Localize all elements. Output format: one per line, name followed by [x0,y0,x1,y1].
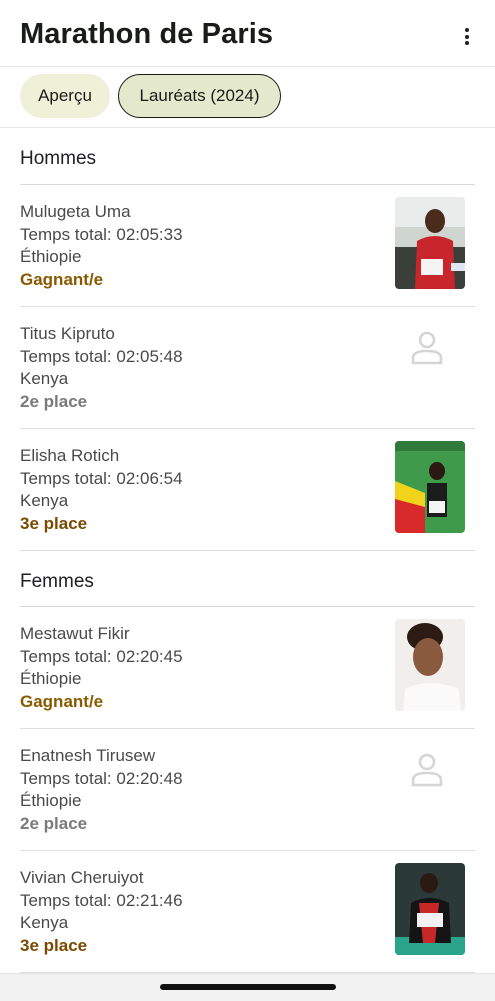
athlete-country: Kenya [20,369,69,388]
athlete-name: Mestawut Fikir [20,624,130,643]
runner-photo [395,197,465,289]
athlete-time: Temps total: 02:20:48 [20,769,183,788]
athlete-time: Temps total: 02:06:54 [20,469,183,488]
more-options-icon[interactable] [457,28,477,52]
athlete-country: Kenya [20,491,69,510]
athlete-place: Gagnant/e [20,692,104,711]
tab-apercu[interactable]: Aperçu [20,74,110,118]
athlete-name: Elisha Rotich [20,446,120,465]
athlete-place: 2e place [20,392,88,411]
athlete-country: Kenya [20,913,69,932]
list-item[interactable]: Enatnesh Tirusew Temps total: 02:20:48 É… [20,729,475,851]
athlete-place: 3e place [20,936,88,955]
list-item[interactable]: Titus Kipruto Temps total: 02:05:48 Keny… [20,307,475,429]
athlete-place: Gagnant/e [20,270,104,289]
athlete-place: 2e place [20,814,88,833]
home-indicator[interactable] [160,984,336,990]
athlete-name: Titus Kipruto [20,324,115,343]
list-item[interactable]: Vivian Cheruiyot Temps total: 02:21:46 K… [20,851,475,973]
person-placeholder-icon [409,749,445,789]
athlete-time: Temps total: 02:05:33 [20,225,183,244]
athlete-time: Temps total: 02:21:46 [20,891,183,910]
athlete-name: Enatnesh Tirusew [20,746,156,765]
app-bar: Marathon de Paris [0,0,495,67]
athlete-time: Temps total: 02:20:45 [20,647,183,666]
row-divider [20,550,475,551]
athlete-country: Éthiopie [20,791,82,810]
athlete-country: Éthiopie [20,247,82,266]
athlete-name: Vivian Cheruiyot [20,868,144,887]
athlete-country: Éthiopie [20,669,82,688]
athlete-name: Mulugeta Uma [20,202,131,221]
athlete-place: 3e place [20,514,88,533]
list-item[interactable]: Mestawut Fikir Temps total: 02:20:45 Éth… [20,607,475,729]
tab-bar: Aperçu Lauréats (2024) [0,67,495,128]
runner-photo [395,619,465,711]
section-title-hommes: Hommes [20,148,97,169]
runner-photo [395,441,465,533]
athlete-time: Temps total: 02:05:48 [20,347,183,366]
section-title-femmes: Femmes [20,571,94,592]
list-item[interactable]: Mulugeta Uma Temps total: 02:05:33 Éthio… [20,185,475,307]
tab-laureats[interactable]: Lauréats (2024) [118,74,281,118]
person-placeholder-icon [409,327,445,367]
list-item[interactable]: Elisha Rotich Temps total: 02:06:54 Keny… [20,429,475,551]
runner-photo [395,863,465,955]
page-title: Marathon de Paris [20,18,274,50]
